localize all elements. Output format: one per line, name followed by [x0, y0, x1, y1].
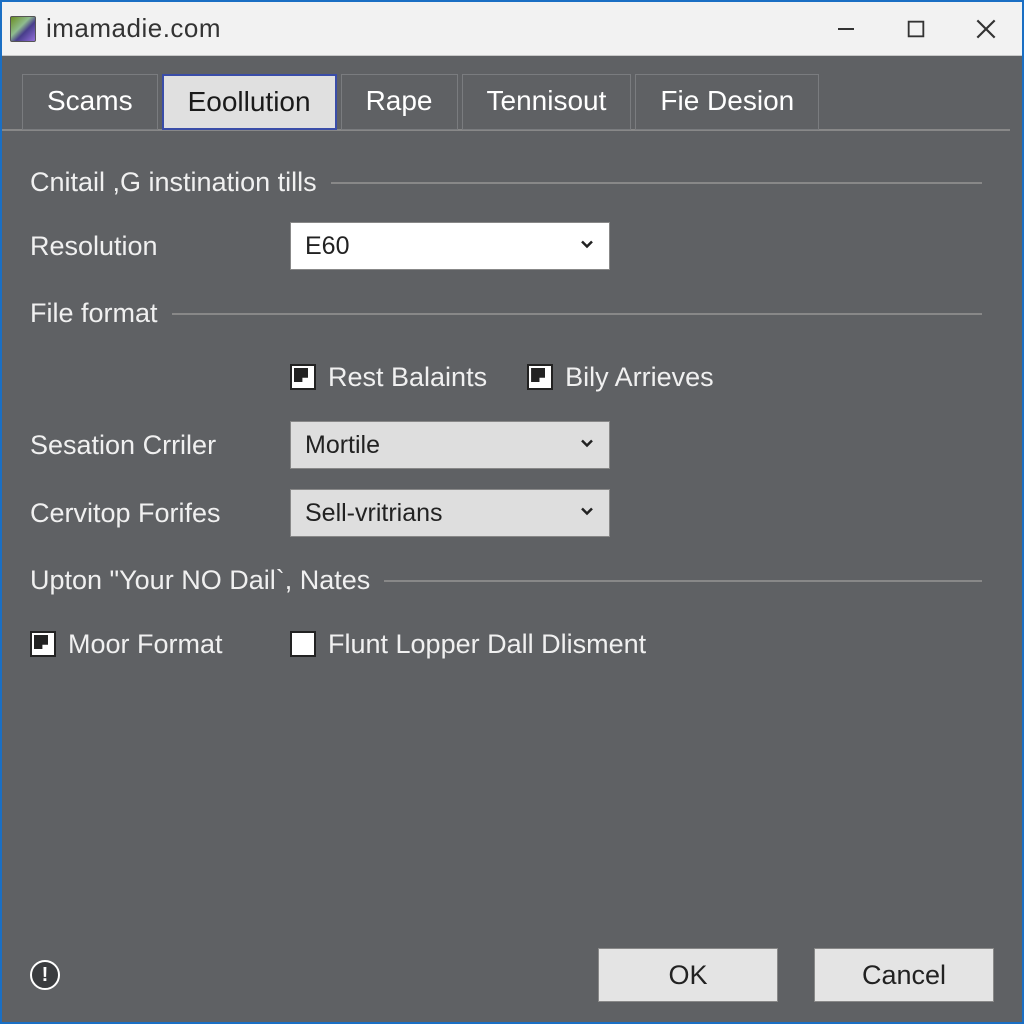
group-label-file-format: File format: [30, 298, 158, 329]
dropdown-sesation-value: Mortile: [305, 431, 380, 460]
checkbox-moor-format[interactable]: Moor Format: [30, 629, 290, 660]
checkbox-label-flunt-lopper: Flunt Lopper Dall Dlisment: [328, 629, 646, 660]
group-header-upton: Upton "Your NO Dail`, Nates: [30, 565, 982, 596]
group-header-instination: Cnitail ,G instination tills: [30, 167, 982, 198]
dropdown-resolution-value: E60: [305, 232, 349, 261]
label-sesation: Sesation Crriler: [30, 430, 290, 461]
app-icon: [10, 16, 36, 42]
chevron-down-icon: [577, 431, 597, 460]
dropdown-sesation[interactable]: Mortile: [290, 421, 610, 469]
tab-tennisout[interactable]: Tennisout: [462, 74, 632, 130]
label-cervitop: Cervitop Forifes: [30, 498, 290, 529]
dialog-footer: ! OK Cancel: [30, 948, 994, 1002]
checkbox-icon: [527, 364, 553, 390]
dropdown-resolution[interactable]: E60: [290, 222, 610, 270]
checkbox-label-rest-balaints: Rest Balaints: [328, 362, 487, 393]
row-format-checks: Rest Balaints Bily Arrieves: [30, 351, 982, 403]
divider-line: [172, 313, 982, 315]
window-title: imamadie.com: [46, 13, 826, 44]
tab-scams[interactable]: Scams: [22, 74, 158, 130]
row-sesation: Sesation Crriler Mortile: [30, 419, 982, 471]
tab-eoollution[interactable]: Eoollution: [162, 74, 337, 130]
group-header-file-format: File format: [30, 298, 982, 329]
tab-panel: Cnitail ,G instination tills Resolution …: [2, 131, 1010, 670]
group-label-instination: Cnitail ,G instination tills: [30, 167, 317, 198]
minimize-icon: [834, 17, 858, 41]
checkbox-icon: [290, 364, 316, 390]
chevron-down-icon: [577, 499, 597, 528]
checkbox-label-bily-arrieves: Bily Arrieves: [565, 362, 714, 393]
dialog-window: imamadie.com Scams Eoollution Rape Tenni…: [0, 0, 1024, 1024]
close-icon: [973, 16, 999, 42]
info-icon[interactable]: !: [30, 960, 60, 990]
checkbox-icon: [30, 631, 56, 657]
cancel-button[interactable]: Cancel: [814, 948, 994, 1002]
maximize-button[interactable]: [896, 9, 936, 49]
checkbox-rest-balaints[interactable]: Rest Balaints: [290, 362, 487, 393]
divider-line: [384, 580, 982, 582]
dialog-content: Scams Eoollution Rape Tennisout Fie Desi…: [2, 56, 1022, 1022]
info-glyph: !: [42, 964, 49, 987]
chevron-down-icon: [577, 232, 597, 261]
tab-rape[interactable]: Rape: [341, 74, 458, 130]
checkbox-icon: [290, 631, 316, 657]
divider-line: [331, 182, 982, 184]
checkbox-bily-arrieves[interactable]: Bily Arrieves: [527, 362, 714, 393]
ok-button[interactable]: OK: [598, 948, 778, 1002]
row-resolution: Resolution E60: [30, 220, 982, 272]
tab-fie-desion[interactable]: Fie Desion: [635, 74, 819, 130]
close-button[interactable]: [966, 9, 1006, 49]
tab-bar: Scams Eoollution Rape Tennisout Fie Desi…: [2, 74, 1010, 130]
maximize-icon: [905, 18, 927, 40]
titlebar: imamadie.com: [2, 2, 1022, 56]
dropdown-cervitop-value: Sell-vritrians: [305, 499, 443, 528]
row-cervitop: Cervitop Forifes Sell-vritrians: [30, 487, 982, 539]
dropdown-cervitop[interactable]: Sell-vritrians: [290, 489, 610, 537]
label-resolution: Resolution: [30, 231, 290, 262]
window-controls: [826, 9, 1006, 49]
group-label-upton: Upton "Your NO Dail`, Nates: [30, 565, 370, 596]
minimize-button[interactable]: [826, 9, 866, 49]
row-bottom-checks: Moor Format Flunt Lopper Dall Dlisment: [30, 618, 982, 670]
checkbox-flunt-lopper[interactable]: Flunt Lopper Dall Dlisment: [290, 629, 646, 660]
checkbox-label-moor-format: Moor Format: [68, 629, 223, 660]
